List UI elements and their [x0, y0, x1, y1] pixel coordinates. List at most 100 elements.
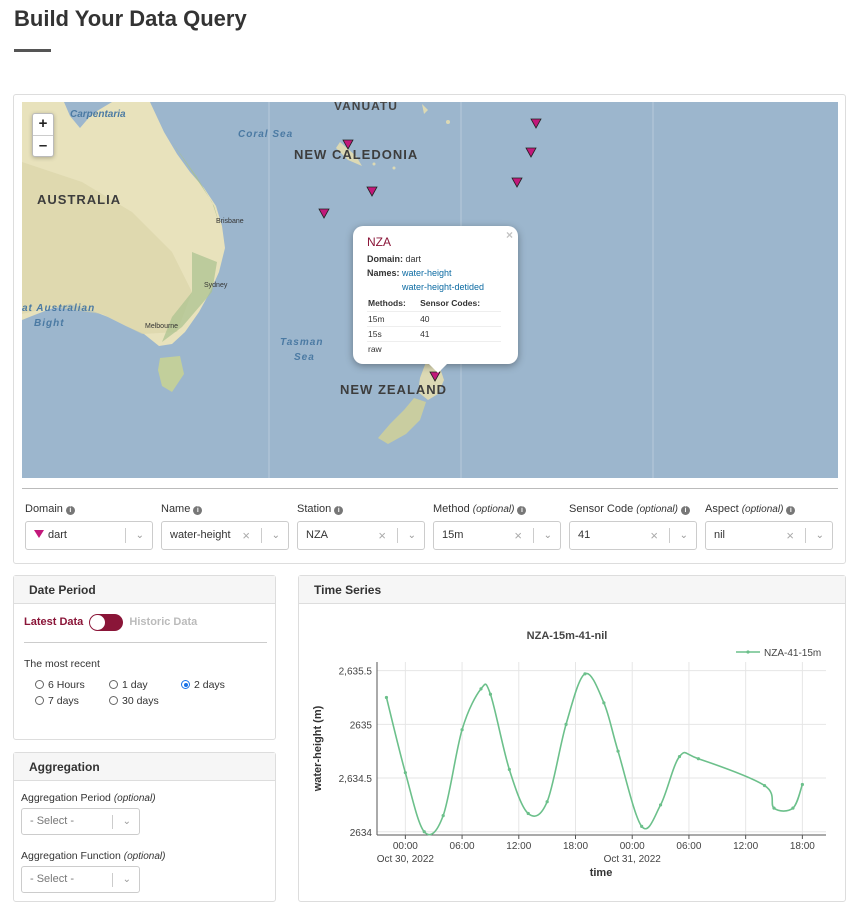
clear-icon[interactable]: ×	[242, 522, 250, 549]
radio-6-hours[interactable]: 6 Hours	[35, 679, 85, 691]
label-tasman-1: Tasman	[280, 337, 323, 348]
sensor-code-filter: Sensor Code (optional) i 41 × ⌄	[569, 503, 697, 550]
select-separator	[261, 528, 262, 543]
popup-name-link[interactable]: water-height-detided	[402, 282, 484, 292]
zoom-out-button[interactable]: –	[33, 135, 53, 156]
chevron-down-icon[interactable]: ⌄	[680, 522, 688, 549]
chevron-down-icon[interactable]: ⌄	[816, 522, 824, 549]
chart-legend[interactable]: NZA-41-15m	[736, 648, 821, 659]
select-separator	[112, 873, 113, 887]
label-melbourne: Melbourne	[145, 323, 178, 330]
data-point	[640, 824, 644, 829]
popup-name-link[interactable]: water-height	[402, 268, 452, 278]
label-bight-2: Bight	[34, 318, 65, 329]
domain-select[interactable]: dart ⌄	[25, 521, 153, 550]
select-separator	[669, 528, 670, 543]
radio-1-day[interactable]: 1 day	[109, 679, 148, 691]
popup-method-cell: 15s	[367, 325, 420, 341]
y-tick-label: 2635	[350, 720, 373, 731]
time-series-panel: Time Series NZA-15m-41-nil 2634 2,634.5 26…	[298, 575, 846, 902]
station-value: NZA	[306, 529, 328, 541]
radio-button-selected[interactable]	[181, 680, 190, 689]
info-icon[interactable]: i	[334, 506, 344, 515]
aspect-label: Aspect (optional) i	[705, 503, 833, 517]
radio-label: 2 days	[194, 679, 225, 691]
radio-30-days[interactable]: 30 days	[109, 695, 159, 707]
name-select[interactable]: water-height × ⌄	[161, 521, 289, 550]
data-point	[479, 687, 483, 691]
method-label-text: Method	[433, 503, 470, 515]
clear-icon[interactable]: ×	[378, 522, 386, 549]
map-divider	[22, 488, 838, 489]
y-tick-label: 2,634.5	[339, 774, 373, 785]
domain-filter: Domain i dart ⌄	[25, 503, 153, 550]
data-point	[762, 783, 767, 788]
station-map[interactable]: Carpentaria Coral Sea VANUATU NEW CALEDO…	[22, 102, 838, 478]
time-series-chart[interactable]: NZA-15m-41-nil 2634 2,634.5 2635 2,635.5 00:…	[299, 605, 845, 901]
popup-close-icon[interactable]: ×	[506, 228, 513, 242]
x-date-label: Oct 30, 2022	[377, 854, 435, 865]
time-series-title: Time Series	[299, 576, 845, 604]
method-value: 15m	[442, 529, 464, 541]
label-brisbane: Brisbane	[216, 218, 244, 225]
aggregation-function-select[interactable]: - Select - ⌄	[21, 866, 140, 893]
info-icon[interactable]: i	[65, 506, 75, 515]
station-select[interactable]: NZA × ⌄	[297, 521, 425, 550]
info-icon[interactable]: i	[786, 506, 796, 515]
clear-icon[interactable]: ×	[650, 522, 658, 549]
aspect-label-text: Aspect	[705, 503, 739, 515]
popup-method-cell: raw	[367, 340, 420, 356]
aspect-filter: Aspect (optional) i nil × ⌄	[705, 503, 833, 550]
optional-tag: (optional)	[113, 793, 156, 804]
sensor-code-select[interactable]: 41 × ⌄	[569, 521, 697, 550]
date-period-title: Date Period	[14, 576, 275, 604]
data-mode-switch[interactable]	[89, 613, 124, 631]
latest-data-label[interactable]: Latest Data	[24, 616, 83, 628]
chevron-down-icon[interactable]: ⌄	[123, 809, 131, 834]
radio-2-days[interactable]: 2 days	[181, 679, 225, 691]
radio-7-days[interactable]: 7 days	[35, 695, 79, 707]
chevron-down-icon[interactable]: ⌄	[272, 522, 280, 549]
x-tick-label: 18:00	[563, 841, 588, 852]
optional-tag: (optional)	[741, 504, 784, 515]
chevron-down-icon[interactable]: ⌄	[544, 522, 552, 549]
method-select[interactable]: 15m × ⌄	[433, 521, 561, 550]
chevron-down-icon[interactable]: ⌄	[123, 867, 131, 892]
x-tick-label: 12:00	[506, 841, 531, 852]
radio-button[interactable]	[35, 696, 44, 705]
historic-data-label[interactable]: Historic Data	[129, 616, 197, 628]
y-tick-label: 2634	[350, 828, 373, 839]
zoom-in-button[interactable]: +	[33, 114, 53, 135]
x-tick-label: 12:00	[733, 841, 758, 852]
aggregation-period-select[interactable]: - Select - ⌄	[21, 808, 140, 835]
radio-button[interactable]	[35, 680, 44, 689]
chart-axes: 2634 2,634.5 2635 2,635.5 00:00 06:00 12:00 18:…	[339, 662, 826, 865]
clear-icon[interactable]: ×	[786, 522, 794, 549]
most-recent-label: The most recent	[24, 658, 100, 670]
radio-button[interactable]	[109, 696, 118, 705]
aspect-select[interactable]: nil × ⌄	[705, 521, 833, 550]
label-new-caledonia: NEW CALEDONIA	[294, 147, 418, 162]
data-point	[616, 749, 620, 753]
data-mode-toggle: Latest Data Historic Data	[24, 613, 197, 631]
data-point	[564, 722, 568, 726]
data-point	[800, 782, 804, 787]
x-axis-label: time	[590, 867, 613, 879]
clear-icon[interactable]: ×	[514, 522, 522, 549]
data-point	[422, 830, 426, 834]
radio-button[interactable]	[109, 680, 118, 689]
select-placeholder: - Select -	[30, 873, 75, 885]
info-icon[interactable]: i	[193, 506, 203, 515]
select-separator	[112, 815, 113, 829]
info-icon[interactable]: i	[680, 506, 690, 515]
data-point	[658, 803, 663, 807]
info-icon[interactable]: i	[517, 506, 527, 515]
aggregation-period-label: Aggregation Period (optional)	[21, 792, 156, 804]
name-value: water-height	[170, 529, 231, 541]
chevron-down-icon[interactable]: ⌄	[408, 522, 416, 549]
data-point	[583, 672, 587, 676]
popup-code-cell: 41	[419, 325, 501, 341]
data-point	[526, 811, 530, 816]
chevron-down-icon[interactable]: ⌄	[136, 522, 144, 549]
series-line	[385, 672, 804, 836]
